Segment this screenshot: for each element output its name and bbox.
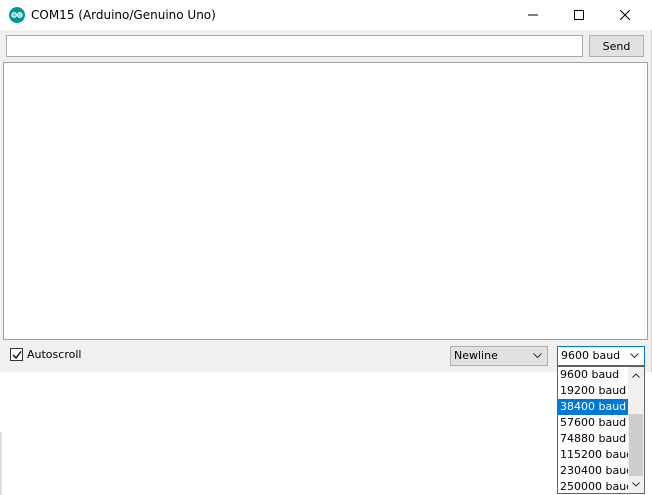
baud-option[interactable]: 250000 baud — [558, 479, 633, 495]
background-edge — [0, 432, 2, 495]
minimize-icon — [528, 14, 538, 16]
baud-rate-dropdown-list: 9600 baud 19200 baud 38400 baud 57600 ba… — [557, 366, 645, 494]
arduino-logo-icon — [9, 7, 25, 23]
serial-input[interactable] — [6, 35, 583, 57]
chevron-up-icon — [632, 373, 640, 378]
title-bar[interactable]: COM15 (Arduino/Genuino Uno) — [0, 0, 652, 30]
baud-option[interactable]: 9600 baud — [558, 367, 628, 383]
checkmark-icon — [12, 351, 22, 360]
autoscroll-checkbox[interactable] — [10, 348, 23, 361]
baud-rate-select[interactable]: 9600 baud — [557, 346, 645, 366]
baud-option[interactable]: 230400 baud — [558, 463, 633, 479]
serial-monitor-window: COM15 (Arduino/Genuino Uno) Send Autoscr… — [0, 0, 652, 372]
line-ending-select[interactable]: Newline — [450, 346, 548, 366]
bottom-bar: Autoscroll Newline 9600 baud — [0, 340, 652, 372]
minimize-button[interactable] — [510, 0, 556, 30]
close-button[interactable] — [602, 0, 648, 30]
chevron-down-icon — [630, 353, 639, 359]
scroll-up-button[interactable] — [628, 367, 644, 384]
baud-option[interactable]: 19200 baud — [558, 383, 628, 399]
baud-option[interactable]: 115200 baud — [558, 447, 633, 463]
chevron-down-icon — [632, 482, 640, 487]
scroll-down-button[interactable] — [628, 476, 644, 493]
line-ending-value: Newline — [454, 349, 498, 362]
baud-option[interactable]: 74880 baud — [558, 431, 628, 447]
send-bar: Send — [0, 30, 652, 62]
close-icon — [620, 10, 630, 20]
send-button[interactable]: Send — [589, 35, 644, 57]
dropdown-scrollbar[interactable] — [628, 367, 644, 493]
chevron-down-icon — [533, 353, 542, 359]
maximize-icon — [574, 10, 584, 20]
baud-option[interactable]: 57600 baud — [558, 415, 628, 431]
window-title: COM15 (Arduino/Genuino Uno) — [31, 8, 216, 22]
baud-options: 9600 baud 19200 baud 38400 baud 57600 ba… — [558, 367, 633, 495]
baud-rate-value: 9600 baud — [561, 349, 621, 362]
scroll-thumb[interactable] — [629, 414, 643, 476]
autoscroll-label[interactable]: Autoscroll — [27, 348, 81, 361]
serial-output-area[interactable] — [3, 62, 648, 340]
maximize-button[interactable] — [556, 0, 602, 30]
baud-option-highlighted[interactable]: 38400 baud — [558, 399, 628, 415]
